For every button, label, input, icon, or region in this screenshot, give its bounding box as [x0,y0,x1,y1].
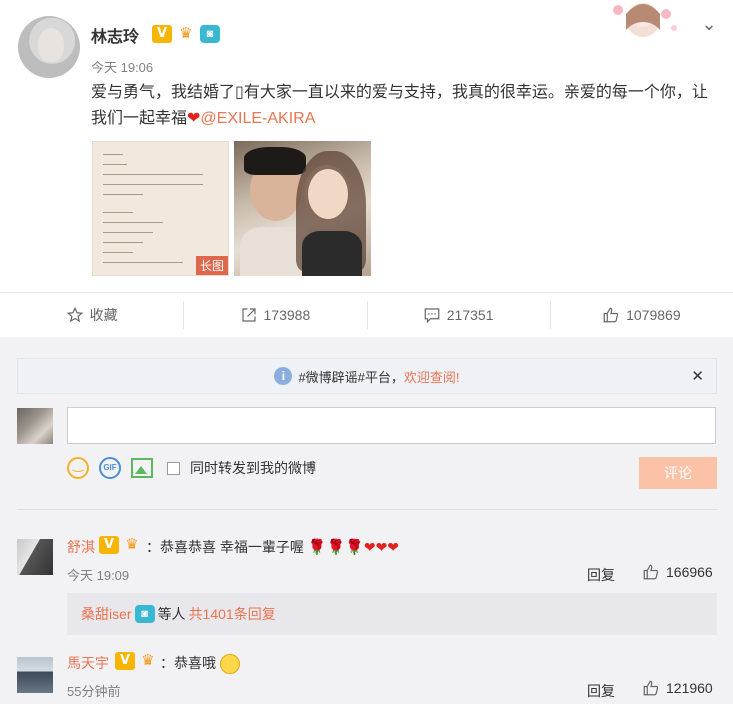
comment-text: ：恭喜哦 [160,653,240,675]
favorite-label: 收藏 [89,307,118,323]
comment-like-count: 166966 [666,564,713,580]
camera-icon: ◙ [134,605,155,623]
comment-avatar[interactable] [17,657,53,693]
heart-emoji: ❤❤❤ [363,539,400,555]
info-icon: i [274,367,293,385]
image-icon[interactable] [131,458,153,478]
like-button[interactable]: 1079869 [549,293,733,337]
verified-icon[interactable]: V [115,652,135,670]
post-action-bar: 收藏 173988 217351 1079869 [0,292,733,337]
weibo-post: 林志玲 V ♛ ◙ ⌄ 今天 19:06 爱与勇气，我结婚了▯有大家一直以来的爱… [0,0,733,292]
rose-emoji: 🌹 [326,539,346,556]
gif-icon[interactable]: GIF [99,457,121,479]
submit-comment-button[interactable]: 评论 [639,457,717,489]
repost-checkbox-label: 同时转发到我的微博 [190,460,316,476]
notice-text: #微博辟谣#平台， [298,369,404,385]
post-text-main: 爱与勇气，我结婚了 [91,84,236,101]
post-image-couple-photo[interactable] [234,141,371,276]
author-name[interactable]: 林志玲 [91,23,139,47]
comment-avatar[interactable] [17,539,53,575]
vip-crown-icon[interactable]: ♛ [122,536,142,554]
emoji-icon[interactable] [67,457,89,479]
chevron-down-icon[interactable]: ⌄ [697,12,721,36]
reply-button[interactable]: 回复 [587,681,615,701]
sub-reply-count[interactable]: 共1401条回复 [189,604,276,624]
smile-emoji [219,654,240,675]
comment-text-content: ：恭喜恭喜 幸福一輩子喔 [146,539,304,555]
repost-checkbox[interactable] [167,461,180,475]
verified-icon[interactable]: V [152,25,172,43]
mention-link[interactable]: @EXILE-AKIRA [200,110,315,127]
star-icon [66,306,83,323]
comment-text-content: ：恭喜哦 [160,655,216,671]
comment-icon [424,308,440,324]
current-user-avatar[interactable] [17,408,53,444]
comment-time: 55分钟前 [67,684,121,699]
comment-text: ：恭喜恭喜 幸福一輩子喔 🌹🌹🌹❤❤❤ [146,537,399,557]
comment-button[interactable]: 217351 [366,293,550,337]
sub-reply-middle: 等人 [157,606,186,622]
profile-decoration-image [613,3,677,37]
thumbs-up-icon [643,680,659,696]
comment-author-badges: V ♛ [115,652,158,670]
rumor-notice-banner: i #微博辟谣#平台， 欢迎查阅! ✕ [17,358,717,394]
repost-button[interactable]: 173988 [183,293,366,337]
composer-tools: GIF 同时转发到我的微博 [67,457,316,479]
sub-reply-summary[interactable]: 桑甜iser ◙ 等人 共1401条回复 [67,593,717,635]
camera-icon[interactable]: ◙ [200,25,220,43]
like-count: 1079869 [626,307,681,323]
thumbs-up-icon [643,564,659,580]
comments-section: i #微博辟谣#平台，欢迎查阅! ✕ GIF 同时转发到我的微博 评论 舒淇 V… [0,337,733,704]
repost-count: 173988 [263,307,311,323]
close-icon[interactable]: ✕ [691,367,704,385]
comment-like-count: 121960 [666,680,713,696]
comment-time: 今天 19:09 [67,568,130,583]
comment-author-name[interactable]: 舒淇 [67,537,95,557]
heart-emoji: ❤ [187,110,201,127]
thumbs-up-icon [603,307,619,323]
post-timestamp[interactable]: 今天 19:06 [91,57,153,76]
divider [17,509,717,510]
comment-author-name[interactable]: 馬天宇 [67,653,109,673]
sub-reply-name[interactable]: 桑甜iser [81,604,132,624]
post-body: 爱与勇气，我结婚了▯有大家一直以来的爱与支持，我真的很幸运。亲爱的每一个你，让我… [91,80,711,132]
reply-button[interactable]: 回复 [587,565,615,585]
comment-author-badges: V ♛ [99,536,142,554]
vip-crown-icon[interactable]: ♛ [176,25,196,43]
favorite-button[interactable]: 收藏 [0,293,183,337]
comment-like-button[interactable]: 121960 [642,679,713,697]
share-icon [241,308,256,322]
verified-icon[interactable]: V [99,536,119,554]
post-text-glyph: ▯ [235,84,244,101]
author-badges: V ♛ ◙ [152,25,220,43]
author-avatar[interactable] [18,16,80,78]
rose-emoji: 🌹 [345,539,364,556]
rose-emoji: 🌹 [307,539,327,556]
post-image-handwritten-letter[interactable]: 长图 [92,141,229,276]
notice-link[interactable]: 欢迎查阅! [404,367,460,386]
vip-crown-icon[interactable]: ♛ [138,652,158,670]
comment-input[interactable] [67,407,716,444]
comment-like-button[interactable]: 166966 [642,563,713,581]
comment-count: 217351 [446,307,494,323]
long-image-tag: 长图 [195,256,228,275]
